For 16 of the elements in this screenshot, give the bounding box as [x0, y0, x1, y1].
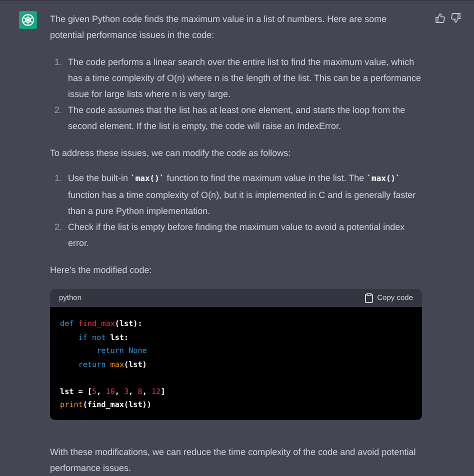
- list-number: 1.: [53, 56, 62, 69]
- assistant-avatar-icon: [19, 11, 37, 29]
- list-item-text: The code performs a linear search over the entire list to find the maximum value, which has a time complexity of O(n) where n is the length of the list. This can be a performance issue for large lists where n is very large.: [68, 56, 422, 101]
- list-item-text: Check if the list is empty before finding the maximum value to avoid a potential index error.: [68, 221, 406, 250]
- list-item-text: Use the built-in `max()` function to find the maximum value in the list. The `max()` function has a time complexity of O(n), but it is implemented in C and is generally faster than a pure Python implementation.: [68, 172, 417, 218]
- thumbs-up-icon[interactable]: [435, 13, 445, 23]
- list-item-text: The code assumes that the list has at least one element, and starts the loop from the second element. If the list is empty, the code will raise an IndexError.: [68, 104, 406, 133]
- list-number: 2.: [53, 104, 62, 117]
- response-paragraph: Here's the modified code:: [50, 264, 153, 277]
- response-paragraph: The given Python code finds the maximum value in a list of numbers. Here are some potential performance issues in the code:: [50, 13, 388, 42]
- list-number: 1.: [53, 172, 62, 185]
- response-paragraph: To address these issues, we can modify the code as follows:: [50, 147, 292, 160]
- thumbs-down-icon[interactable]: [451, 13, 461, 23]
- response-paragraph: With these modifications, we can reduce the time complexity of the code and avoid potential performance issues.: [50, 446, 417, 475]
- clipboard-icon: [365, 293, 374, 303]
- list-number: 2.: [53, 221, 62, 234]
